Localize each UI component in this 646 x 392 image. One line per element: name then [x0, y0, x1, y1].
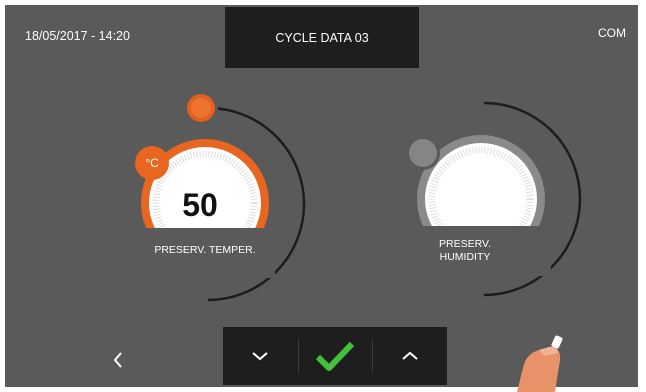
humidity-label: PRESERV. HUMIDITY — [405, 238, 525, 264]
back-button[interactable] — [103, 345, 133, 375]
temperature-slider-handle[interactable] — [184, 91, 218, 125]
pointing-finger-icon — [517, 335, 563, 392]
humidity-label-line1: PRESERV. — [439, 238, 491, 250]
temperature-label: PRESERV. TEMPER. — [154, 244, 256, 256]
increase-button[interactable] — [372, 327, 447, 385]
temperature-unit-badge: °C — [135, 146, 169, 180]
decrease-button[interactable] — [223, 327, 298, 385]
humidity-slider-handle[interactable] — [406, 136, 440, 170]
check-icon — [315, 341, 355, 371]
humidity-label-line2: HUMIDITY — [439, 251, 491, 263]
confirm-button[interactable] — [297, 327, 373, 385]
chevron-up-icon — [402, 351, 418, 360]
temperature-value: 50 — [182, 187, 218, 223]
chevron-down-icon — [252, 352, 268, 361]
chevron-left-icon — [113, 352, 122, 368]
value-control-bar — [223, 327, 447, 385]
